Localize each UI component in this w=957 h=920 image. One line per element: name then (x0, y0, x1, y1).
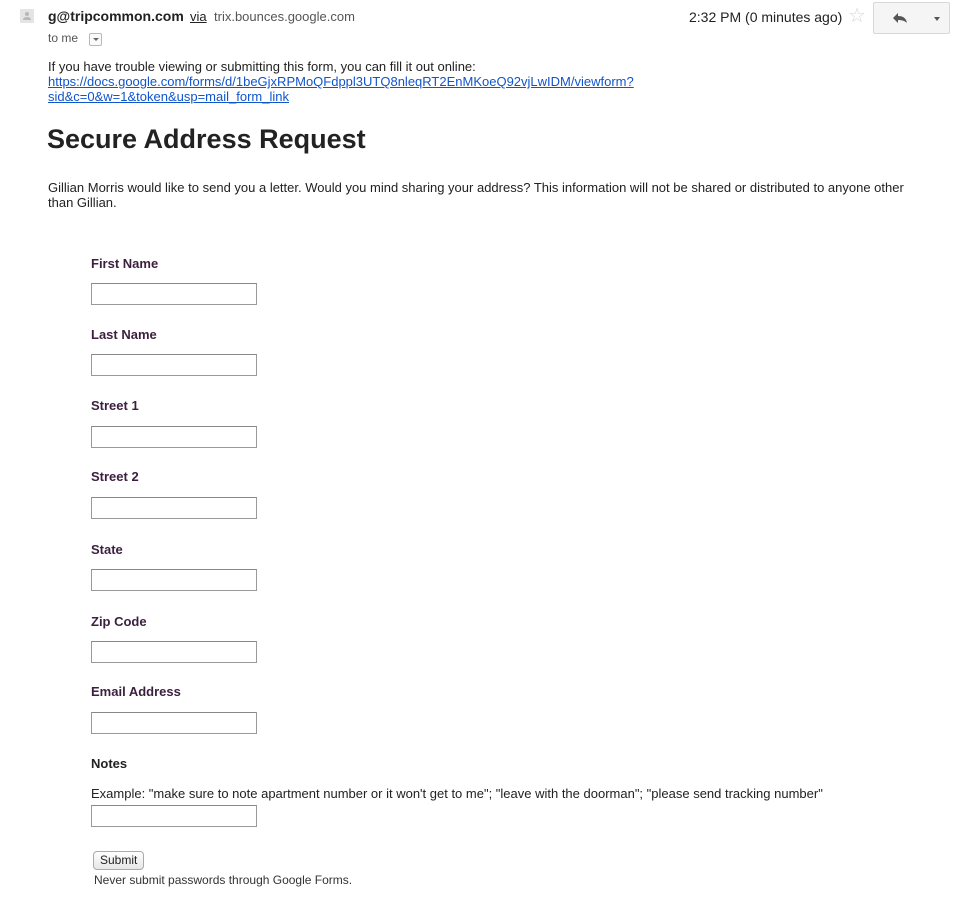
reply-icon (893, 13, 907, 23)
trouble-text: If you have trouble viewing or submittin… (48, 59, 476, 74)
street-1-input[interactable] (91, 426, 257, 448)
state-label: State (91, 542, 123, 557)
notes-label: Notes (91, 756, 128, 771)
star-icon[interactable]: ☆ (848, 4, 866, 28)
form-description: Gillian Morris would like to send you a … (48, 180, 904, 210)
password-warning: Never submit passwords through Google Fo… (94, 873, 353, 887)
last-name-label: Last Name (91, 327, 157, 342)
reply-button[interactable] (873, 2, 927, 34)
email-address-label: Email Address (91, 684, 181, 699)
zip-code-label: Zip Code (91, 614, 147, 629)
notes-input[interactable] (91, 805, 257, 827)
show-details-chevron-down-icon[interactable] (89, 33, 102, 46)
zip-code-input[interactable] (91, 641, 257, 663)
sender-email[interactable]: g@tripcommon.com (48, 8, 184, 24)
avatar-icon (20, 9, 34, 23)
email-address-input[interactable] (91, 712, 257, 734)
street-2-input[interactable] (91, 497, 257, 519)
first-name-input[interactable] (91, 283, 257, 305)
form-title: Secure Address Request (47, 124, 366, 154)
via-link[interactable]: via (190, 9, 207, 24)
submit-button[interactable]: Submit (93, 851, 145, 870)
notes-help-text: Example: "make sure to note apartment nu… (91, 786, 823, 801)
street-2-label: Street 2 (91, 469, 139, 484)
first-name-label: First Name (91, 256, 159, 271)
online-form-link[interactable]: https://docs.google.com/forms/d/1beGjxRP… (48, 74, 748, 104)
via-domain: trix.bounces.google.com (214, 9, 355, 24)
message-timestamp: 2:32 PM (0 minutes ago) (689, 9, 843, 25)
last-name-input[interactable] (91, 354, 257, 376)
state-input[interactable] (91, 569, 257, 591)
recipient-label: to me (48, 31, 79, 45)
street-1-label: Street 1 (91, 398, 139, 413)
more-actions-button[interactable] (925, 2, 950, 34)
